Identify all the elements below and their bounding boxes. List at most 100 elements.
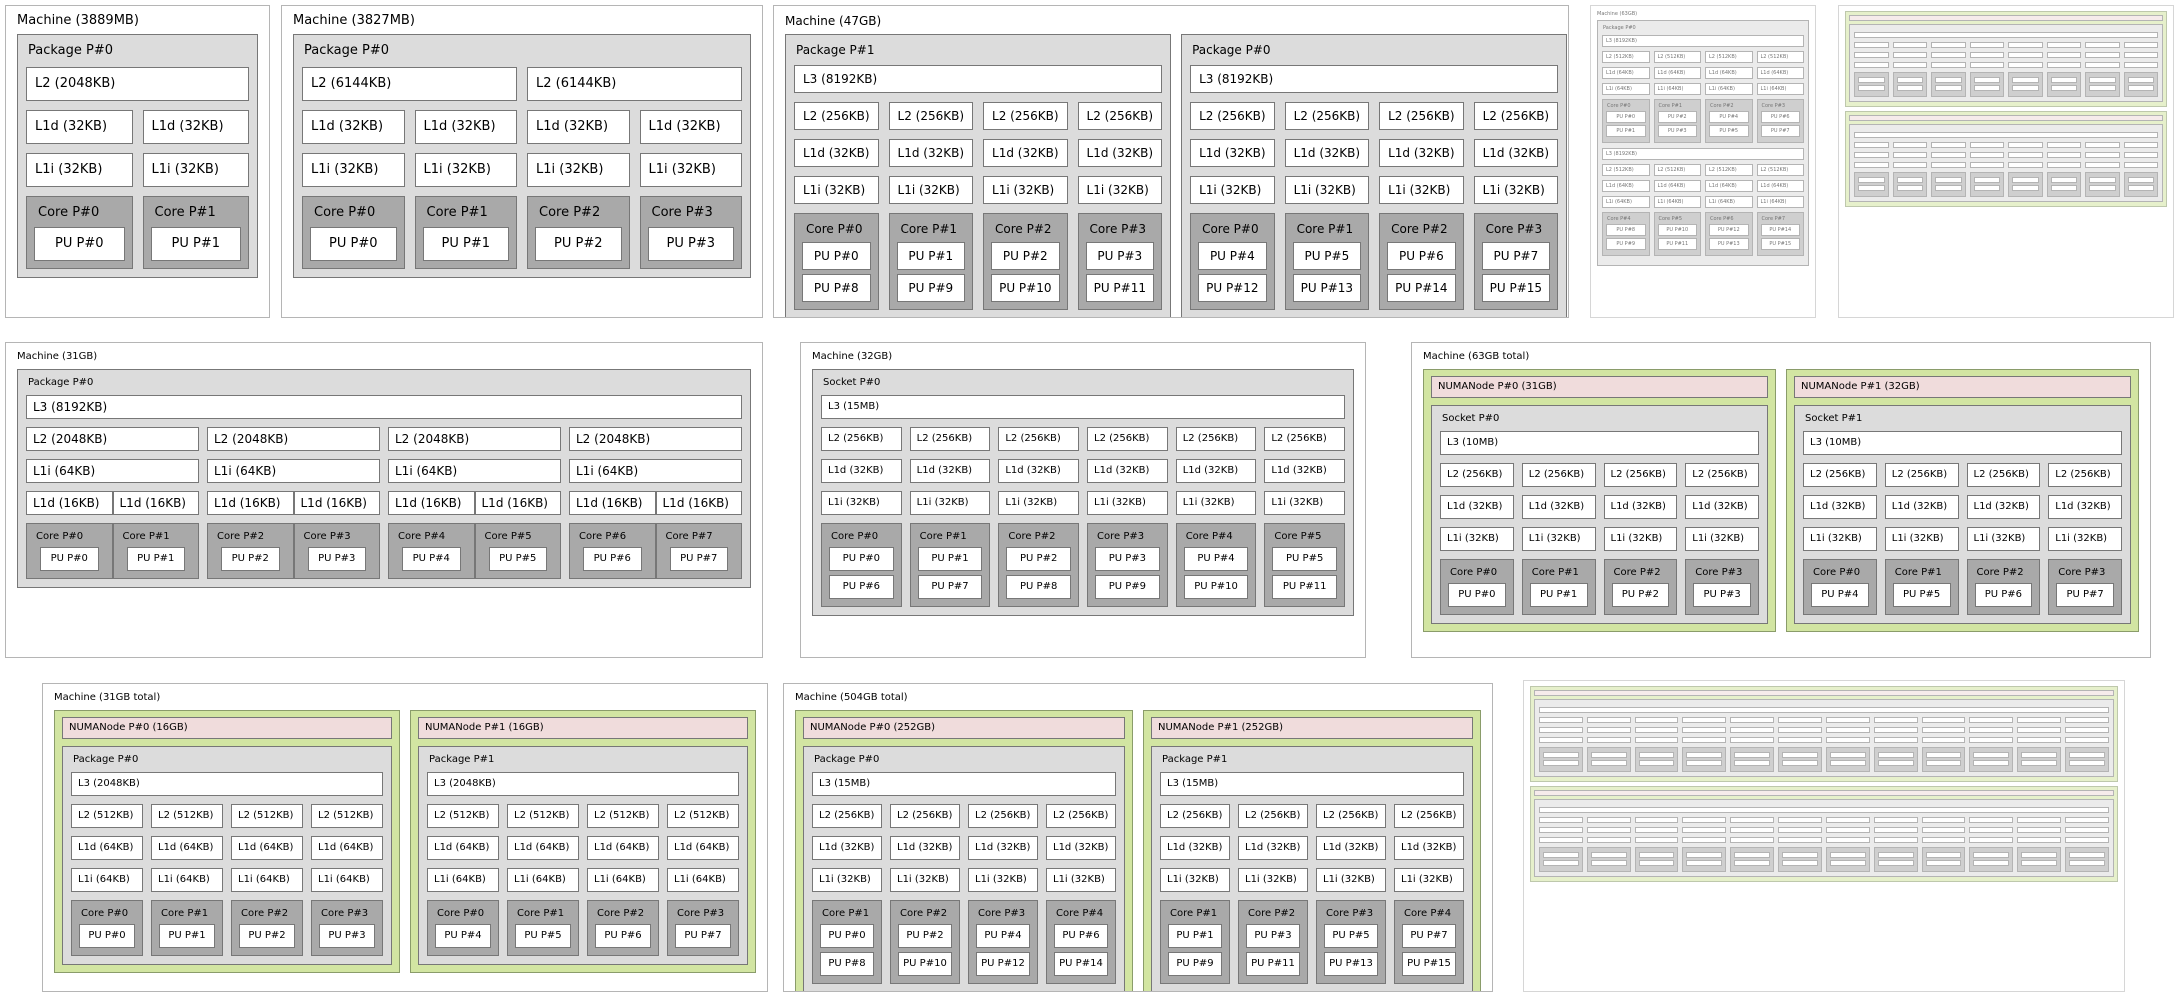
l1d-cache-row: L1d (16KB) L1d (16KB) L1d (16KB) L1d (16KB)… bbox=[26, 491, 742, 515]
l1i-cache: L1i (64KB) bbox=[1653, 196, 1701, 208]
core-label: Core P#2 bbox=[1613, 567, 1661, 578]
cache-box bbox=[1969, 837, 2014, 843]
cache-box bbox=[1873, 727, 1918, 733]
machine-m504t: Machine (504GB total) NUMANode P#0 (252GB… bbox=[783, 683, 1493, 992]
cache-box bbox=[1969, 62, 2004, 68]
l1d-cache: L1d (32KB) bbox=[1264, 459, 1346, 483]
cache-row bbox=[1854, 162, 2158, 168]
cache-box bbox=[2017, 817, 2062, 823]
l1i-cache: L1i (64KB) bbox=[1705, 196, 1753, 208]
l3-cache bbox=[1539, 707, 2109, 713]
core-box: Core P#1 PU P#1 PU P#9 bbox=[1160, 900, 1230, 984]
numa-node bbox=[1845, 11, 2167, 107]
core-box: Core P#3 PU P#3 bbox=[311, 900, 383, 956]
pu-box: PU P#0 bbox=[34, 227, 125, 261]
l2-cache: L2 (256KB) bbox=[1190, 102, 1275, 130]
cache-box bbox=[2008, 152, 2043, 158]
pu-box bbox=[2127, 77, 2154, 83]
cache-box bbox=[1892, 62, 1927, 68]
cache-box bbox=[2123, 142, 2158, 148]
pu-box: PU P#6 bbox=[829, 575, 894, 599]
numa-node: NUMANode P#1 (252GB) Package P#1 L3 (15MB)… bbox=[1143, 710, 1481, 991]
pu-box: PU P#0 bbox=[802, 242, 871, 270]
l1i-cache: L1i (32KB) bbox=[414, 153, 517, 187]
cache-box bbox=[1730, 727, 1775, 733]
core-label: Core P#1 bbox=[1170, 908, 1218, 919]
l1d-cache: L1d (32KB) bbox=[1394, 836, 1464, 860]
numa-label bbox=[1534, 790, 2114, 796]
pu-box: PU P#6 bbox=[595, 924, 651, 948]
cache-box bbox=[1730, 717, 1775, 723]
cache-box bbox=[2046, 42, 2081, 48]
pu-box bbox=[1896, 185, 1923, 191]
package-box: Socket P#0 L3 (10MB) L2 (256KB) L2 (256KB) L… bbox=[1431, 405, 1768, 624]
pu-box: PU P#4 bbox=[435, 924, 491, 948]
pu-box: PU P#14 bbox=[1760, 224, 1800, 236]
pu-box bbox=[1829, 760, 1866, 766]
l2-cache: L2 (512KB) bbox=[667, 804, 739, 828]
cache-row bbox=[1854, 62, 2158, 68]
pu-box: PU P#2 bbox=[1006, 547, 1072, 571]
core-box: Core P#6 PU P#6 bbox=[569, 523, 656, 579]
core-row: Core P#0 PU P#0 PU P#8 Core P#1 PU P#1 PU P#9… bbox=[794, 213, 1163, 310]
core-label: Core P#2 bbox=[217, 531, 265, 542]
l3-cache: L3 (10MB) bbox=[1440, 431, 1759, 455]
numa-label: NUMANode P#1 (32GB) bbox=[1794, 376, 2131, 398]
core-box: Core P#1 PU P#2 PU P#3 bbox=[1653, 99, 1701, 143]
core-box bbox=[1931, 172, 1966, 197]
l1d-cache-row: L1d (32KB) L1d (32KB) L1d (32KB) L1d (32KB) bbox=[1160, 836, 1464, 860]
pu-box: PU P#12 bbox=[976, 952, 1030, 976]
l2-cache: L2 (256KB) bbox=[794, 102, 879, 130]
core-label: Core P#7 bbox=[1761, 216, 1786, 222]
machine-31gb: Machine (31GB) Package P#0 L3 (8192KB) L2 (… bbox=[5, 342, 763, 658]
l3-cache: L3 (15MB) bbox=[812, 772, 1116, 796]
numa-node bbox=[1530, 786, 2118, 882]
pu-box bbox=[1935, 185, 1962, 191]
l1d-cache: L1d (64KB) bbox=[71, 836, 143, 860]
pu-box bbox=[1925, 852, 1962, 858]
cache-box bbox=[2123, 62, 2158, 68]
pu-box: PU P#6 bbox=[583, 547, 642, 571]
pu-box bbox=[2050, 77, 2077, 83]
cache-box bbox=[1854, 162, 1889, 168]
core-box: Core P#4 PU P#7 PU P#15 bbox=[1394, 900, 1464, 984]
l2-cache: L2 (256KB) bbox=[998, 427, 1080, 451]
package-box: Socket P#1 L3 (10MB) L2 (256KB) L2 (256KB) L… bbox=[1794, 405, 2131, 624]
cache-box bbox=[1892, 142, 1927, 148]
core-box bbox=[2123, 172, 2158, 197]
l1d-cache: L1d (16KB) bbox=[388, 491, 475, 515]
core-box bbox=[1778, 847, 1822, 872]
pu-box: PU P#5 bbox=[1324, 924, 1378, 948]
l1d-cache: L1d (32KB) bbox=[1238, 836, 1308, 860]
machine-title: Machine (31GB) bbox=[17, 351, 98, 362]
l1i-cache: L1i (32KB) bbox=[821, 491, 902, 515]
core-box bbox=[2008, 72, 2043, 97]
machine-thumbnail-2 bbox=[1523, 680, 2125, 992]
core-box bbox=[1873, 747, 1918, 772]
numa-label bbox=[1849, 115, 2163, 121]
pu-box: PU P#12 bbox=[1198, 274, 1267, 302]
l1d-cache: L1d (32KB) bbox=[302, 110, 405, 144]
core-label: Core P#0 bbox=[1202, 222, 1259, 236]
package-label: Package P#0 bbox=[304, 43, 390, 58]
l3-cache bbox=[1539, 807, 2109, 813]
pu-box: PU P#5 bbox=[488, 547, 547, 571]
pu-box bbox=[2021, 860, 2058, 866]
pu-box: PU P#4 bbox=[1183, 547, 1249, 571]
core-box: Core P#1 PU P#5 PU P#13 bbox=[1284, 213, 1370, 310]
l2-cache: L2 (2048KB) bbox=[388, 427, 561, 451]
pu-box bbox=[1734, 760, 1771, 766]
core-pair: Core P#4 PU P#4 Core P#5 PU P#5 bbox=[388, 523, 561, 579]
core-box: Core P#4 PU P#6 PU P#14 bbox=[1046, 900, 1116, 984]
core-label: Core P#2 bbox=[900, 908, 948, 919]
l2-cache-row: L2 (256KB) L2 (256KB) L2 (256KB) L2 (256KB) bbox=[812, 804, 1116, 828]
l1d-cache: L1d (32KB) bbox=[998, 459, 1080, 483]
l1i-cache: L1i (64KB) bbox=[26, 459, 199, 483]
l1i-cache-row: L1i (32KB) L1i (32KB) L1i (32KB) L1i (32KB) bbox=[1190, 176, 1559, 204]
l1d-cache: L1d (64KB) bbox=[1705, 67, 1753, 79]
l1i-cache: L1i (32KB) bbox=[1394, 868, 1464, 892]
package-label: Package P#1 bbox=[796, 43, 875, 57]
core-label: Core P#5 bbox=[1274, 531, 1322, 542]
l2-cache: L2 (256KB) bbox=[1238, 804, 1308, 828]
numa-node bbox=[1530, 686, 2118, 782]
